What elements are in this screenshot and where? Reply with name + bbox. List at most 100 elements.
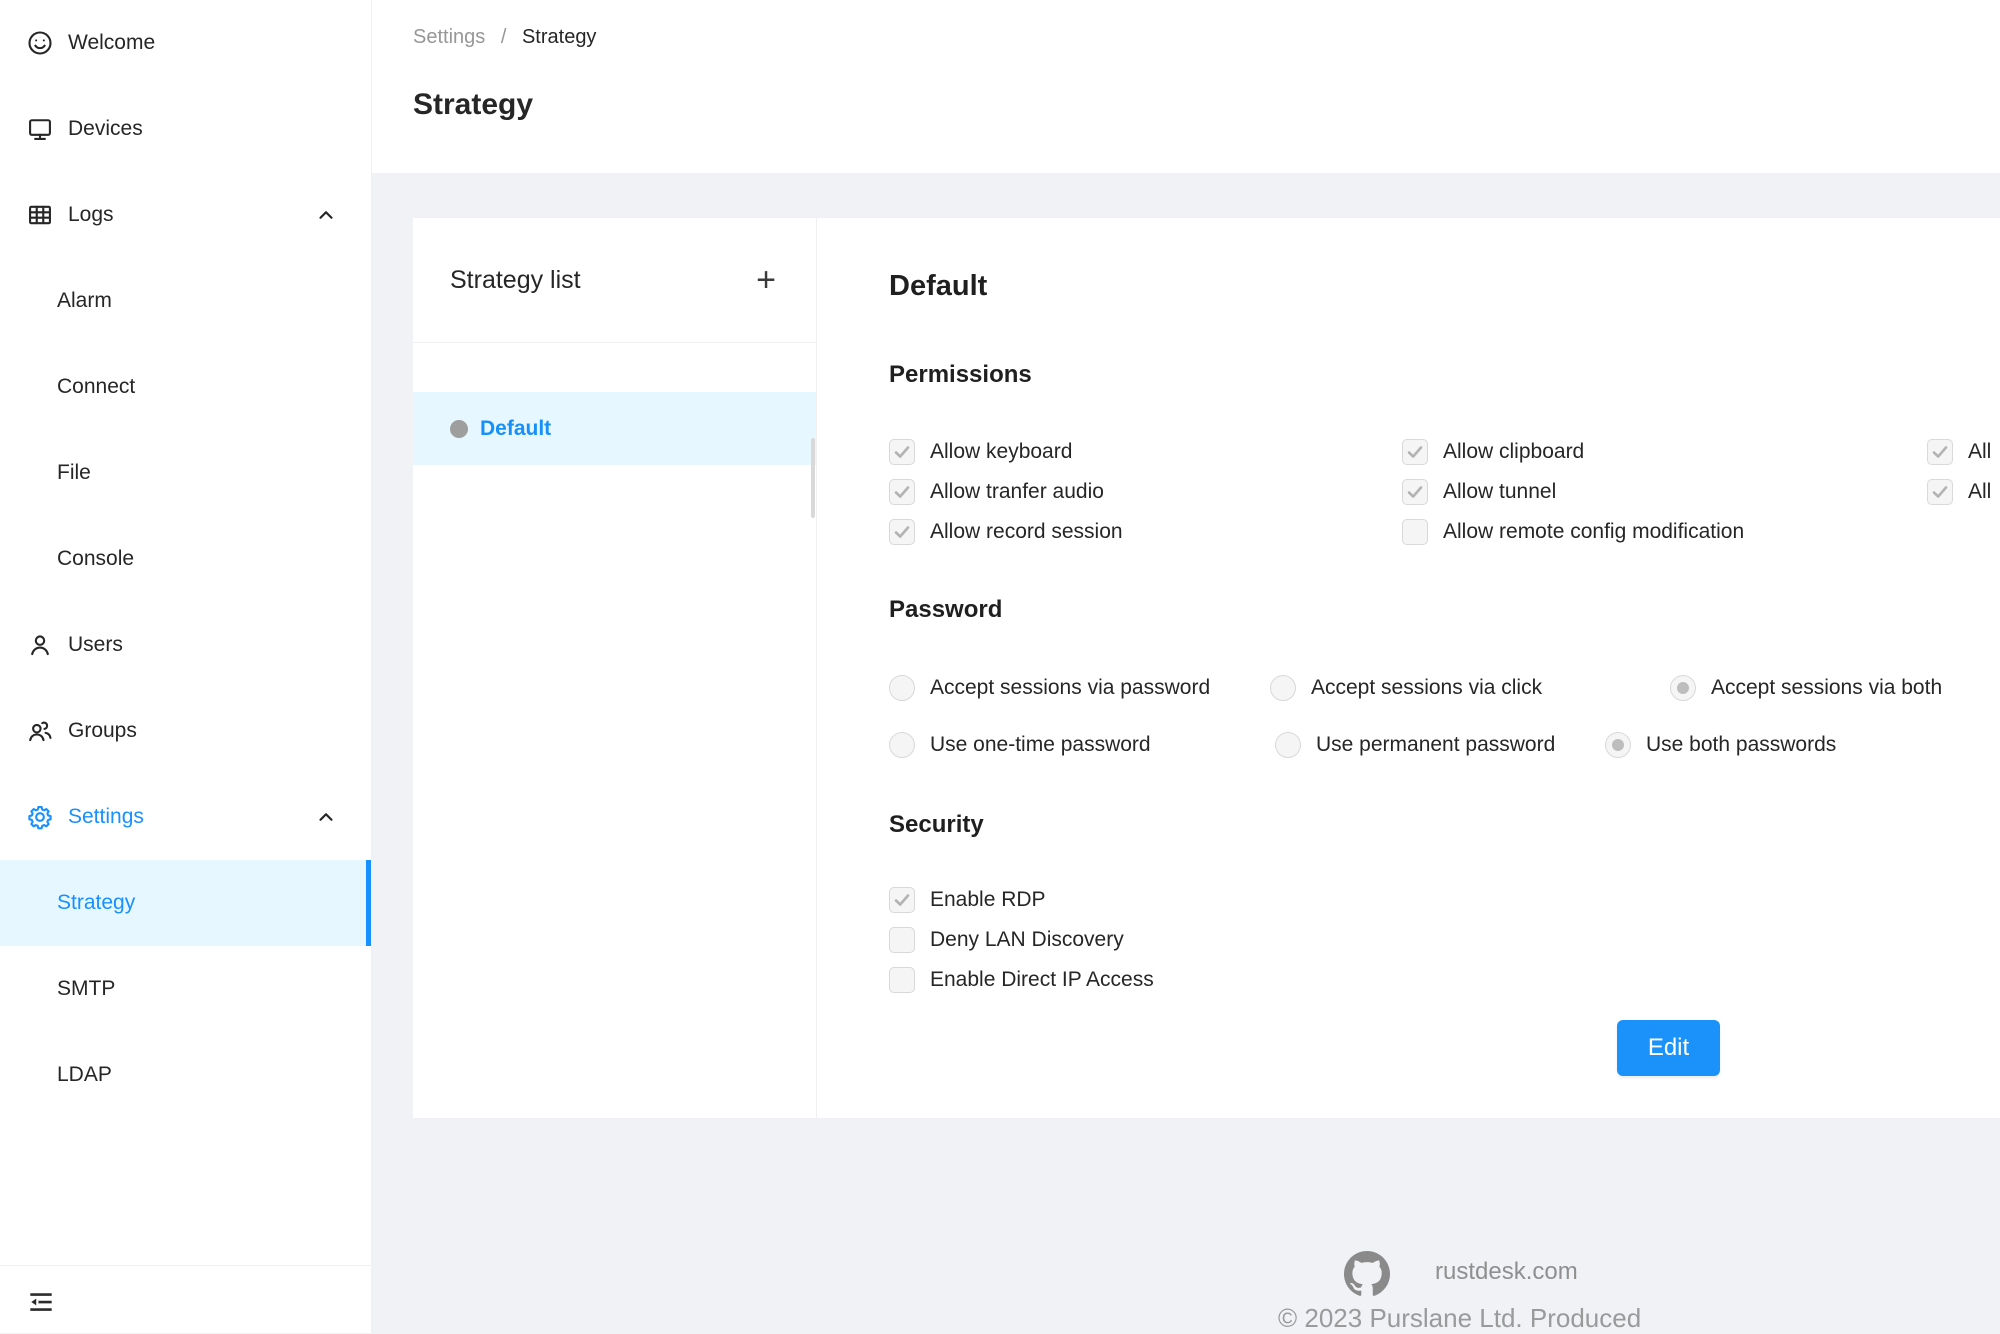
strategy-list-item-default[interactable]: Default bbox=[413, 392, 816, 465]
permission-item: Allow remote config modification bbox=[1402, 512, 1927, 552]
groups-icon bbox=[26, 717, 54, 745]
radio-item: Use both passwords bbox=[1605, 732, 1836, 758]
sidebar-item-logs[interactable]: Logs bbox=[0, 172, 371, 258]
sidebar-item-users[interactable]: Users bbox=[0, 602, 371, 688]
permission-item-truncated: All bbox=[1927, 432, 2000, 472]
permissions-heading: Permissions bbox=[889, 360, 2000, 390]
active-indicator bbox=[366, 860, 371, 946]
checkbox-allow-keyboard[interactable] bbox=[889, 439, 915, 465]
permission-item: Allow record session bbox=[889, 512, 1402, 552]
permissions-grid: Allow keyboard Allow clipboard All Allow… bbox=[889, 432, 2000, 552]
sidebar-item-ldap[interactable]: LDAP bbox=[0, 1032, 371, 1118]
edit-button[interactable]: Edit bbox=[1617, 1020, 1720, 1076]
checkbox-allow-tunnel[interactable] bbox=[1402, 479, 1428, 505]
smiley-icon bbox=[26, 29, 54, 57]
checkbox-allow-remote-config[interactable] bbox=[1402, 519, 1428, 545]
strategy-card: Strategy list + Default Default Permissi… bbox=[413, 218, 2000, 1118]
sidebar-label: Alarm bbox=[57, 289, 112, 313]
radio-item: Accept sessions via click bbox=[1270, 675, 1670, 701]
page-title: Strategy bbox=[413, 88, 533, 122]
strategy-list-title: Strategy list bbox=[450, 266, 581, 295]
checkbox-deny-lan-discovery[interactable] bbox=[889, 927, 915, 953]
permission-item: Allow tranfer audio bbox=[889, 472, 1402, 512]
permission-item: Allow tunnel bbox=[1402, 472, 1927, 512]
security-item: Enable RDP bbox=[889, 880, 2000, 920]
status-dot-icon bbox=[450, 420, 468, 438]
sidebar-item-alarm[interactable]: Alarm bbox=[0, 258, 371, 344]
sidebar-footer bbox=[0, 1265, 371, 1322]
checkbox-allow-truncated[interactable] bbox=[1927, 479, 1953, 505]
gear-icon bbox=[26, 803, 54, 831]
sidebar-label: Logs bbox=[68, 203, 114, 227]
radio-item: Accept sessions via password bbox=[889, 675, 1270, 701]
add-strategy-button[interactable]: + bbox=[756, 263, 776, 297]
radio-item: Accept sessions via both bbox=[1670, 675, 1942, 701]
strategy-list-panel: Strategy list + Default bbox=[413, 218, 817, 1118]
security-heading: Security bbox=[889, 810, 2000, 840]
password-accept-row: Accept sessions via password Accept sess… bbox=[889, 665, 2000, 711]
radio-item: Use one-time password bbox=[889, 732, 1275, 758]
password-heading: Password bbox=[889, 595, 2000, 625]
user-icon bbox=[26, 631, 54, 659]
strategy-list-body: Default bbox=[413, 392, 816, 465]
breadcrumb: Settings / Strategy bbox=[413, 26, 596, 49]
strategy-detail-panel: Default Permissions Allow keyboard Allow… bbox=[817, 218, 2000, 1118]
detail-title: Default bbox=[889, 268, 2000, 304]
security-list: Enable RDP Deny LAN Discovery Enable Dir… bbox=[889, 880, 2000, 1000]
sidebar-label: Strategy bbox=[57, 891, 135, 915]
checkbox-allow-clipboard[interactable] bbox=[1402, 439, 1428, 465]
sidebar-item-smtp[interactable]: SMTP bbox=[0, 946, 371, 1032]
radio-both-passwords[interactable] bbox=[1605, 732, 1631, 758]
sidebar-label: Connect bbox=[57, 375, 135, 399]
sidebar-item-settings[interactable]: Settings bbox=[0, 774, 371, 860]
radio-one-time-password[interactable] bbox=[889, 732, 915, 758]
list-scrollbar-thumb[interactable] bbox=[811, 438, 815, 518]
sidebar-label: File bbox=[57, 461, 91, 485]
sidebar-label: Settings bbox=[68, 805, 144, 829]
sidebar-item-welcome[interactable]: Welcome bbox=[0, 0, 371, 86]
radio-accept-via-password[interactable] bbox=[889, 675, 915, 701]
sidebar-label: Groups bbox=[68, 719, 137, 743]
breadcrumb-settings-link[interactable]: Settings bbox=[413, 26, 485, 48]
sidebar-item-groups[interactable]: Groups bbox=[0, 688, 371, 774]
sidebar-item-strategy[interactable]: Strategy bbox=[0, 860, 371, 946]
checkbox-enable-direct-ip[interactable] bbox=[889, 967, 915, 993]
permission-item-truncated: All bbox=[1927, 472, 2000, 512]
security-item: Enable Direct IP Access bbox=[889, 960, 2000, 1000]
breadcrumb-current: Strategy bbox=[522, 26, 596, 48]
sidebar-label: Console bbox=[57, 547, 134, 571]
sidebar-item-devices[interactable]: Devices bbox=[0, 86, 371, 172]
breadcrumb-separator: / bbox=[501, 26, 507, 48]
sidebar: Welcome Devices Logs Alarm Connect File bbox=[0, 0, 372, 1333]
sidebar-label: LDAP bbox=[57, 1063, 112, 1087]
empty-cell bbox=[1927, 512, 2000, 552]
sidebar-item-console[interactable]: Console bbox=[0, 516, 371, 602]
chevron-up-icon[interactable] bbox=[315, 204, 337, 226]
permission-item: Allow clipboard bbox=[1402, 432, 1927, 472]
security-item: Deny LAN Discovery bbox=[889, 920, 2000, 960]
rustdesk-link[interactable]: rustdesk.com bbox=[1435, 1258, 1578, 1286]
collapse-sidebar-icon[interactable] bbox=[26, 1287, 56, 1317]
chevron-up-icon[interactable] bbox=[315, 806, 337, 828]
strategy-name: Default bbox=[480, 417, 551, 441]
permission-item: Allow keyboard bbox=[889, 432, 1402, 472]
sidebar-item-connect[interactable]: Connect bbox=[0, 344, 371, 430]
checkbox-enable-rdp[interactable] bbox=[889, 887, 915, 913]
sidebar-label: Devices bbox=[68, 117, 143, 141]
checkbox-allow-truncated[interactable] bbox=[1927, 439, 1953, 465]
radio-item: Use permanent password bbox=[1275, 732, 1605, 758]
monitor-icon bbox=[26, 115, 54, 143]
radio-accept-via-both[interactable] bbox=[1670, 675, 1696, 701]
password-type-row: Use one-time password Use permanent pass… bbox=[889, 722, 2000, 768]
logs-table-icon bbox=[26, 201, 54, 229]
radio-permanent-password[interactable] bbox=[1275, 732, 1301, 758]
radio-accept-via-click[interactable] bbox=[1270, 675, 1296, 701]
sidebar-item-file[interactable]: File bbox=[0, 430, 371, 516]
strategy-list-header: Strategy list + bbox=[413, 218, 816, 343]
sidebar-label: Users bbox=[68, 633, 123, 657]
github-icon[interactable] bbox=[1344, 1251, 1390, 1297]
copyright-text: © 2023 Purslane Ltd. Produced bbox=[1278, 1303, 1641, 1334]
sidebar-label: SMTP bbox=[57, 977, 115, 1001]
checkbox-allow-transfer-audio[interactable] bbox=[889, 479, 915, 505]
checkbox-allow-record-session[interactable] bbox=[889, 519, 915, 545]
